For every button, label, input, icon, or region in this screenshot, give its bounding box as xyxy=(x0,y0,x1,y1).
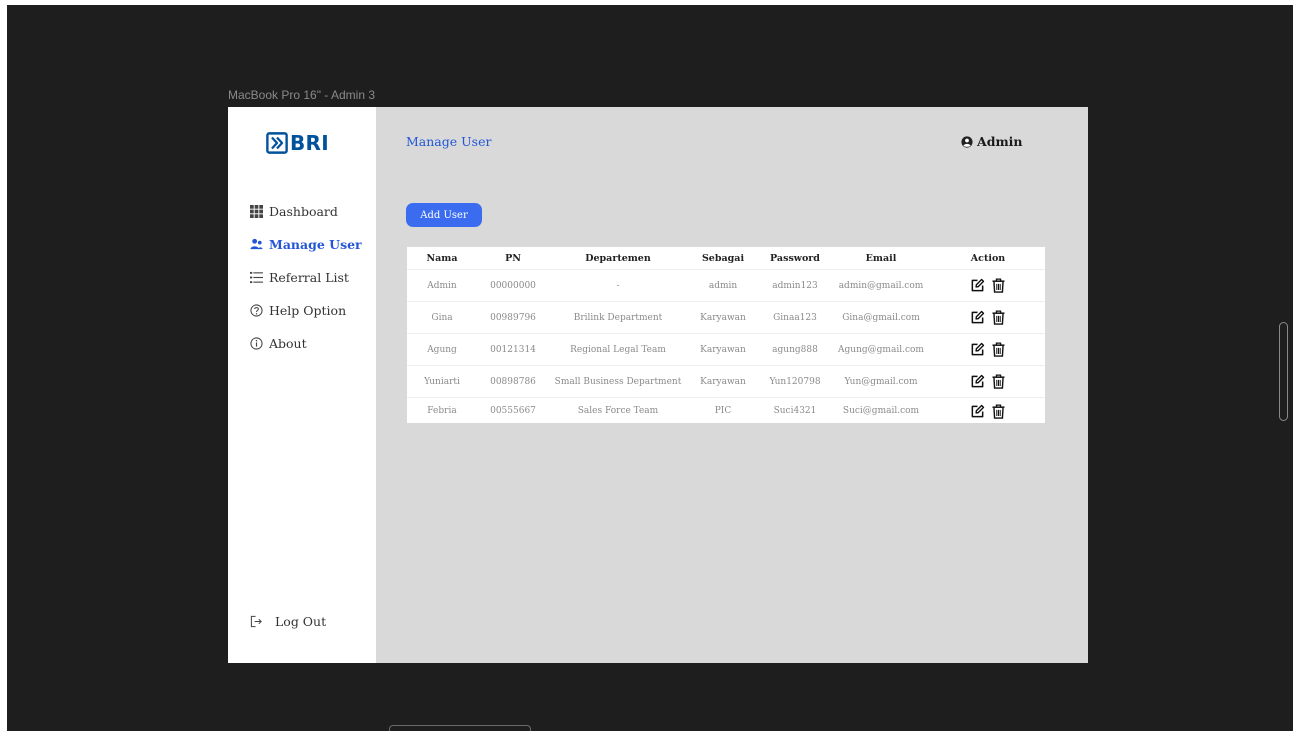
logout-icon xyxy=(250,615,262,627)
edit-icon[interactable] xyxy=(970,310,985,325)
sidebar-item-label: Dashboard xyxy=(269,203,338,219)
column-header-sebagai: Sebagai xyxy=(687,247,759,270)
brand-name: BRI xyxy=(290,131,329,155)
sidebar-item-help-option[interactable]: Help Option xyxy=(250,300,346,320)
cell-password: admin123 xyxy=(759,269,831,302)
cell-email: admin@gmail.com xyxy=(831,269,931,302)
cell-departemen: - xyxy=(549,269,687,302)
table-row: Gina 00989796 Brilink Department Karyawa… xyxy=(407,301,1045,334)
brand-logo: BRI xyxy=(266,131,329,155)
delete-icon[interactable] xyxy=(991,403,1006,419)
cell-departemen: Sales Force Team xyxy=(577,406,659,416)
page-title: Manage User xyxy=(406,134,492,149)
design-canvas: MacBook Pro 16" - Admin 3 BRI Dashboard xyxy=(7,5,1293,731)
delete-icon[interactable] xyxy=(991,342,1006,357)
column-header-email: Email xyxy=(831,247,931,270)
cell-pn: 00555667 xyxy=(490,406,536,416)
cell-sebagai: Karyawan xyxy=(687,365,759,398)
cell-departemen: Regional Legal Team xyxy=(549,333,687,366)
info-circle-icon xyxy=(250,336,263,350)
cell-password: agung888 xyxy=(759,333,831,366)
app-frame: BRI Dashboard Manage User Referral List … xyxy=(228,107,1088,663)
cell-sebagai: Karyawan xyxy=(687,301,759,334)
edit-icon[interactable] xyxy=(970,278,985,293)
help-circle-icon xyxy=(250,303,263,317)
cell-nama: Febria xyxy=(427,406,457,416)
sidebar-item-dashboard[interactable]: Dashboard xyxy=(250,201,338,221)
frame-label: MacBook Pro 16" - Admin 3 xyxy=(228,88,375,102)
cell-email: Agung@gmail.com xyxy=(831,333,931,366)
cell-sebagai: admin xyxy=(687,269,759,302)
table-header-row: Nama PN Departemen Sebagai Password Emai… xyxy=(407,247,1045,270)
grid-icon xyxy=(250,204,263,218)
cell-departemen: Small Business Department xyxy=(549,365,687,398)
table-row: Admin 00000000 - admin admin123 admin@gm… xyxy=(407,269,1045,302)
table-row: Yuniarti 00898786 Small Business Departm… xyxy=(407,365,1045,398)
user-circle-icon xyxy=(961,135,973,148)
edit-icon[interactable] xyxy=(970,404,985,419)
user-menu[interactable]: Admin xyxy=(961,134,1023,149)
add-user-button[interactable]: Add User xyxy=(406,203,482,227)
cell-sebagai: Karyawan xyxy=(687,333,759,366)
cell-pn: 00898786 xyxy=(477,365,549,398)
cell-nama: Agung xyxy=(407,333,477,366)
cell-action xyxy=(931,365,1045,398)
sidebar-item-label: Help Option xyxy=(269,302,347,318)
users-icon xyxy=(250,238,263,249)
edit-icon[interactable] xyxy=(970,342,985,357)
edit-icon[interactable] xyxy=(970,374,985,389)
bottom-panel-tab[interactable] xyxy=(389,725,531,731)
cell-password: Yun120798 xyxy=(759,365,831,398)
cell-pn: 00989796 xyxy=(477,301,549,334)
cell-pn: 00000000 xyxy=(477,269,549,302)
cell-nama: Gina xyxy=(407,301,477,334)
sidebar-item-referral-list[interactable]: Referral List xyxy=(250,267,349,287)
cell-email: Yun@gmail.com xyxy=(831,365,931,398)
cell-departemen: Brilink Department xyxy=(549,301,687,334)
sidebar: BRI Dashboard Manage User Referral List … xyxy=(228,107,376,663)
sidebar-item-about[interactable]: About xyxy=(250,333,307,353)
cell-pn: 00121314 xyxy=(477,333,549,366)
cell-password: Suci4321 xyxy=(773,406,817,416)
list-icon xyxy=(250,271,263,283)
users-table: Nama PN Departemen Sebagai Password Emai… xyxy=(407,247,1045,423)
cell-password: Ginaa123 xyxy=(759,301,831,334)
cell-action xyxy=(931,301,1045,334)
sidebar-item-label: About xyxy=(269,335,307,351)
column-header-password: Password xyxy=(759,247,831,270)
canvas-scrollbar[interactable] xyxy=(1279,322,1288,421)
logout-button[interactable]: Log Out xyxy=(250,611,326,631)
table-row: Agung 00121314 Regional Legal Team Karya… xyxy=(407,333,1045,366)
sidebar-item-manage-user[interactable]: Manage User xyxy=(250,234,362,254)
logout-label: Log Out xyxy=(275,613,327,629)
table-row: Febria 00555667 Sales Force Team PIC Suc… xyxy=(407,398,1045,425)
cell-action xyxy=(931,333,1045,366)
delete-icon[interactable] xyxy=(991,374,1006,389)
cell-action xyxy=(931,269,1045,302)
column-header-departemen: Departemen xyxy=(549,247,687,270)
cell-email: Suci@gmail.com xyxy=(842,406,920,416)
cell-email: Gina@gmail.com xyxy=(831,301,931,334)
cell-action xyxy=(931,398,1045,425)
cell-nama: Yuniarti xyxy=(407,365,477,398)
sidebar-item-label: Manage User xyxy=(269,236,362,252)
sidebar-item-label: Referral List xyxy=(269,269,349,285)
delete-icon[interactable] xyxy=(991,278,1006,293)
column-header-pn: PN xyxy=(477,247,549,270)
cell-nama: Admin xyxy=(407,269,477,302)
bri-logo-icon xyxy=(266,132,288,154)
delete-icon[interactable] xyxy=(991,310,1006,325)
user-name: Admin xyxy=(977,134,1023,149)
column-header-action: Action xyxy=(931,247,1045,270)
cell-sebagai: PIC xyxy=(714,406,732,416)
column-header-nama: Nama xyxy=(407,247,477,270)
